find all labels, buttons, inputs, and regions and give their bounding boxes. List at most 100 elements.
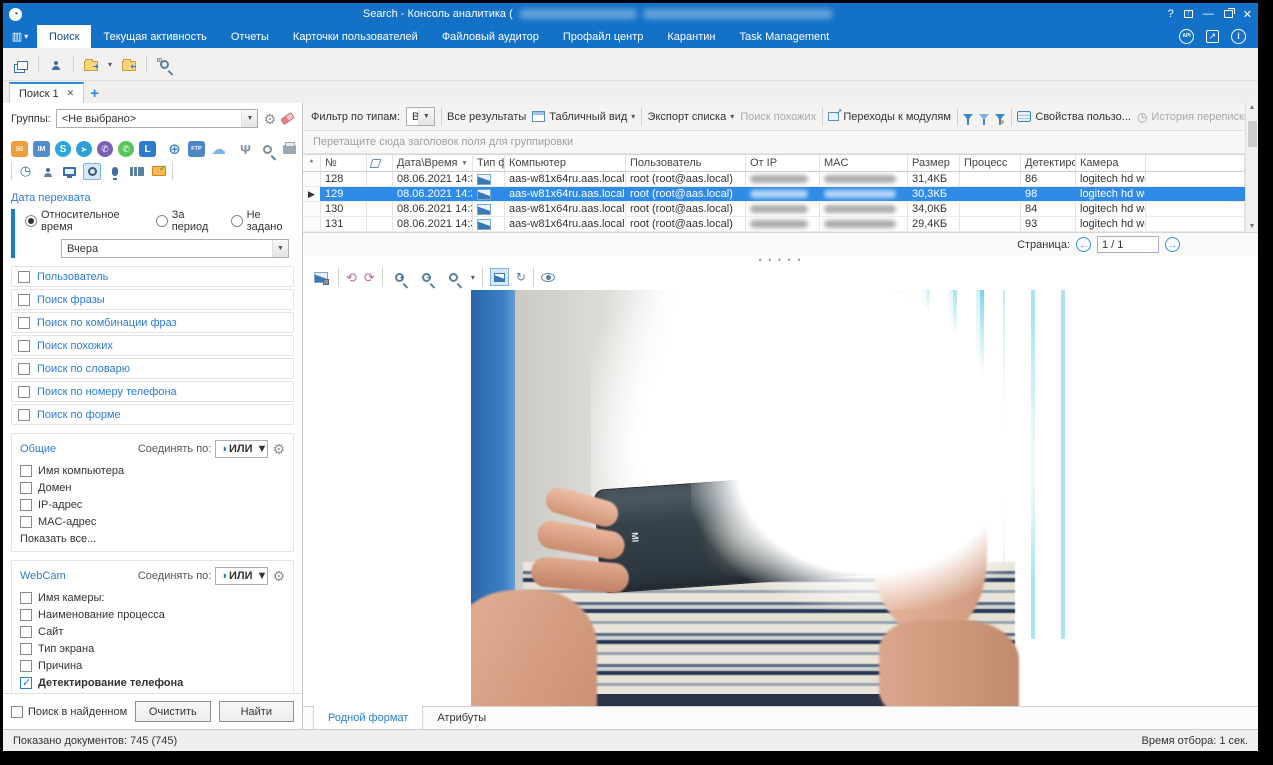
checkbox-icon[interactable] [20, 626, 32, 638]
microphone-icon[interactable] [106, 163, 123, 179]
splitter-handle[interactable]: • • • • • [303, 256, 1258, 264]
common-join-select[interactable]: ◑ ИЛИ ▼ [215, 440, 268, 458]
http-globe-icon[interactable]: ⊕ [166, 141, 183, 157]
menu-item-task-management[interactable]: Task Management [727, 25, 841, 48]
checkbox-icon[interactable] [20, 660, 32, 672]
groups-select[interactable]: <Не выбрано> ▼ [56, 109, 259, 128]
menu-item-profile-center[interactable]: Профайл центр [551, 25, 655, 48]
skype-icon[interactable]: S [55, 141, 71, 157]
col-camera[interactable]: Камера [1076, 155, 1146, 171]
col-detected[interactable]: Детектирова [1021, 155, 1076, 171]
window-minimize-button[interactable]: — [1203, 8, 1214, 20]
whatsapp-icon[interactable]: ✆ [118, 141, 134, 157]
checkbox-icon[interactable] [18, 363, 30, 375]
telegram-icon[interactable]: ➤ [76, 141, 92, 157]
common-computer-name[interactable]: Имя компьютера [20, 462, 285, 479]
gear-icon[interactable]: ⚙ [263, 112, 276, 126]
page-input[interactable]: 1 / 1 [1097, 236, 1159, 253]
filter-phrase[interactable]: Поиск фразы [11, 289, 294, 310]
folder-import-icon[interactable]: ➜ [119, 54, 139, 74]
relative-time-select[interactable]: Вчера ▼ [61, 239, 289, 258]
menu-item-file-auditor[interactable]: Файловый аудитор [430, 25, 551, 48]
refresh-icon[interactable]: ↻ [516, 270, 526, 284]
tab-search-1[interactable]: Поиск 1 ✕ [9, 82, 84, 103]
windows-copy-icon[interactable] [11, 54, 31, 74]
table-row[interactable]: 128 08.06.2021 14:39:41 aas-w81x64ru.aas… [303, 172, 1245, 187]
chevron-down-icon[interactable]: ▼ [272, 240, 288, 257]
checkbox-icon[interactable] [20, 465, 32, 477]
keylogger-icon[interactable] [128, 163, 145, 179]
chevron-down-icon[interactable]: ▼ [257, 570, 268, 582]
col-computer[interactable]: Компьютер [505, 155, 626, 171]
ftp-icon[interactable]: FTP [188, 141, 205, 157]
menu-item-quarantine[interactable]: Карантин [655, 25, 727, 48]
modules-box-icon[interactable]: ↗ [1206, 30, 1219, 43]
im-icon[interactable]: IM [33, 141, 50, 157]
user-properties-button[interactable]: Свойства пользо... [1017, 111, 1131, 123]
scroll-down-icon[interactable]: ▼ [1249, 223, 1256, 230]
gear-icon[interactable]: ⚙ [272, 442, 285, 456]
col-filetype[interactable]: Тип фа [473, 155, 505, 171]
col-user[interactable]: Пользователь [626, 155, 746, 171]
cloud-icon[interactable]: ☁ [210, 141, 227, 157]
checkbox-icon[interactable] [11, 706, 23, 718]
folder-export-icon[interactable]: ➜ [81, 54, 101, 74]
filter-phrase-combination[interactable]: Поиск по комбинации фраз [11, 312, 294, 333]
fit-to-window-icon[interactable] [490, 268, 509, 286]
checkbox-icon[interactable] [18, 271, 30, 283]
user-search-icon[interactable] [46, 54, 66, 74]
user-activity-icon[interactable] [39, 163, 56, 179]
table-view-button[interactable]: Табличный вид▾ [532, 111, 635, 123]
col-ip[interactable]: От IP [746, 155, 820, 171]
tab-native-format[interactable]: Родной формат [313, 706, 423, 729]
window-restore-button[interactable] [1224, 10, 1233, 18]
filter-user[interactable]: Пользователь [11, 266, 294, 287]
chevron-down-icon[interactable]: ▼ [418, 108, 434, 125]
monitor-icon[interactable] [61, 163, 78, 179]
scroll-up-icon[interactable]: ▲ [1249, 104, 1256, 111]
show-all-link[interactable]: Показать все... [20, 533, 285, 545]
checkbox-icon[interactable] [20, 482, 32, 494]
common-mac[interactable]: MAC-адрес [20, 513, 285, 530]
prev-page-button[interactable]: ← [1076, 237, 1091, 252]
chevron-down-icon[interactable]: ▾ [108, 60, 112, 69]
id-search-icon[interactable]: ID [154, 54, 174, 74]
checkbox-icon[interactable] [20, 592, 32, 604]
webcam-phone-detection[interactable]: Детектирование телефона [20, 674, 285, 691]
filter-phone-number[interactable]: Поиск по номеру телефона [11, 381, 294, 402]
device-search-icon[interactable] [259, 141, 276, 157]
printer-icon[interactable] [281, 141, 298, 157]
table-row[interactable]: 130 08.06.2021 14:39:36 aas-w81x64ru.aas… [303, 202, 1245, 217]
col-process[interactable]: Процесс [960, 155, 1021, 171]
next-page-button[interactable]: → [1165, 237, 1180, 252]
filter-dictionary[interactable]: Поиск по словарю [11, 358, 294, 379]
viber-icon[interactable]: ✆ [97, 141, 113, 157]
export-list-button[interactable]: Экспорт списка▾ [648, 111, 735, 123]
col-size[interactable]: Размер [908, 155, 960, 171]
webcam-site[interactable]: Сайт [20, 623, 285, 640]
checkbox-icon[interactable] [20, 516, 32, 528]
webcam-icon[interactable] [83, 163, 101, 180]
checkbox-icon[interactable] [18, 386, 30, 398]
api-icon[interactable]: API [1179, 29, 1194, 44]
chevron-down-icon[interactable]: ▼ [257, 443, 268, 455]
go-to-modules-button[interactable]: Переходы к модулям [828, 111, 951, 123]
filter-funnel-color-icon[interactable] [995, 114, 1005, 120]
menu-item-current-activity[interactable]: Текущая активность [91, 25, 218, 48]
search-in-found-checkbox[interactable]: Поиск в найденном [11, 706, 127, 718]
rotate-right-icon[interactable]: ⟳ [364, 271, 375, 284]
new-tab-button[interactable]: + [90, 85, 99, 103]
menu-item-reports[interactable]: Отчеты [219, 25, 281, 48]
search-similar-button[interactable]: Поиск похожих [740, 111, 816, 123]
filter-funnel-clear-icon[interactable] [979, 114, 989, 120]
app-menu-button[interactable]: ▥▾ [3, 25, 37, 48]
lync-icon[interactable]: L [139, 141, 156, 157]
filter-similar[interactable]: Поиск похожих [11, 335, 294, 356]
find-button[interactable]: Найти [219, 701, 294, 722]
menu-item-user-cards[interactable]: Карточки пользователей [281, 25, 430, 48]
webcam-join-select[interactable]: ◑ ИЛИ ▼ [215, 567, 268, 585]
webcam-reason[interactable]: Причина [20, 657, 285, 674]
chat-history-button[interactable]: ◷История переписки [1137, 110, 1250, 124]
usb-icon[interactable]: Ψ [237, 141, 254, 157]
window-expand-button[interactable]: ↑ [1184, 10, 1193, 18]
